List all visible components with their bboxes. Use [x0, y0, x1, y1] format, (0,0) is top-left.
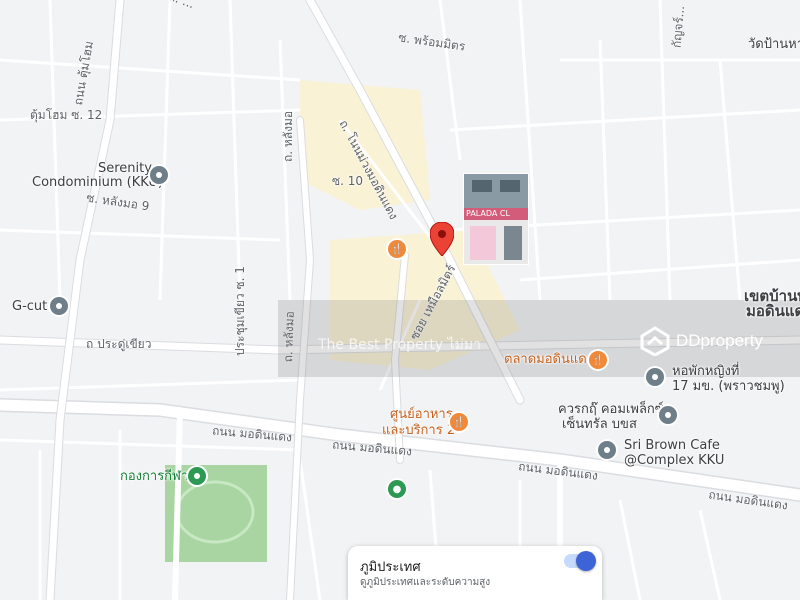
place-label-gcut: G-cut	[12, 299, 48, 314]
terrain-subtitle: ดูภูมิประเทศและระดับความสูง	[360, 577, 491, 588]
poi-pin-icon[interactable]	[598, 441, 616, 459]
photo-sign-text: PALADA CL	[466, 209, 510, 218]
place-label-food-center: ศูนย์อาหาร	[390, 407, 453, 422]
ddproperty-logo-text: DDproperty	[676, 331, 763, 350]
place-label-dorm-2: 17 มข. (พราวชมพู)	[672, 379, 785, 394]
place-label-market: ตลาดมอดินแดง	[504, 352, 594, 367]
place-label-serenity-2: Condominium (KKU)	[32, 175, 163, 190]
place-label-sport: กองการกีฬา	[120, 469, 189, 484]
terrain-layer-card[interactable]: ภูมิประเทศ ดูภูมิประเทศและระดับความสูง	[348, 546, 602, 600]
community-icon[interactable]: ●	[388, 480, 406, 498]
restaurant-icon[interactable]: 🍴	[450, 413, 468, 431]
road-label: ซ. 10	[332, 174, 364, 188]
road-label: ถ. หลังมอ	[281, 110, 295, 162]
poi-pin-icon[interactable]	[659, 406, 677, 424]
road-label: ประชุมเขียว ซ. 1	[233, 266, 247, 356]
road-label: ถ ประดู่เขียว	[86, 337, 152, 351]
restaurant-icon[interactable]: 🍴	[388, 240, 406, 258]
road-label: ตุ้มโฮม ซ. 12	[30, 108, 103, 122]
terrain-toggle[interactable]	[564, 551, 596, 571]
poi-pin-icon[interactable]	[646, 368, 664, 386]
ddproperty-logo-icon	[640, 326, 670, 356]
toggle-knob	[576, 551, 596, 571]
property-photo[interactable]: PALADA CL	[464, 174, 528, 264]
place-label-complex: ควรกฤ๊ คอมเพล็กซ์	[558, 402, 664, 417]
place-label-dorm: หอพักหญิงที่	[672, 364, 740, 379]
watermark-text: The Best Property ไม่มา	[318, 337, 481, 353]
place-label-cafe-2: @Complex KKU	[624, 453, 725, 468]
place-label-food-center-2: และบริการ 2	[382, 423, 456, 438]
place-label-wat: วัดป้านหาว	[748, 37, 800, 52]
district-label-2: มอดินแด	[746, 302, 800, 320]
place-label-cafe: Sri Brown Cafe	[624, 438, 720, 453]
poi-pin-icon[interactable]	[50, 297, 68, 315]
restaurant-icon[interactable]: 🍴	[589, 351, 607, 369]
terrain-title: ภูมิประเทศ	[360, 560, 421, 575]
ddproperty-logo: DDproperty	[640, 326, 763, 356]
poi-pin-icon[interactable]	[150, 166, 168, 184]
park-pin-icon[interactable]	[188, 467, 206, 485]
location-pin-icon[interactable]	[430, 222, 454, 256]
place-label-complex-2: เซ็นทรัล บขส	[562, 417, 637, 432]
